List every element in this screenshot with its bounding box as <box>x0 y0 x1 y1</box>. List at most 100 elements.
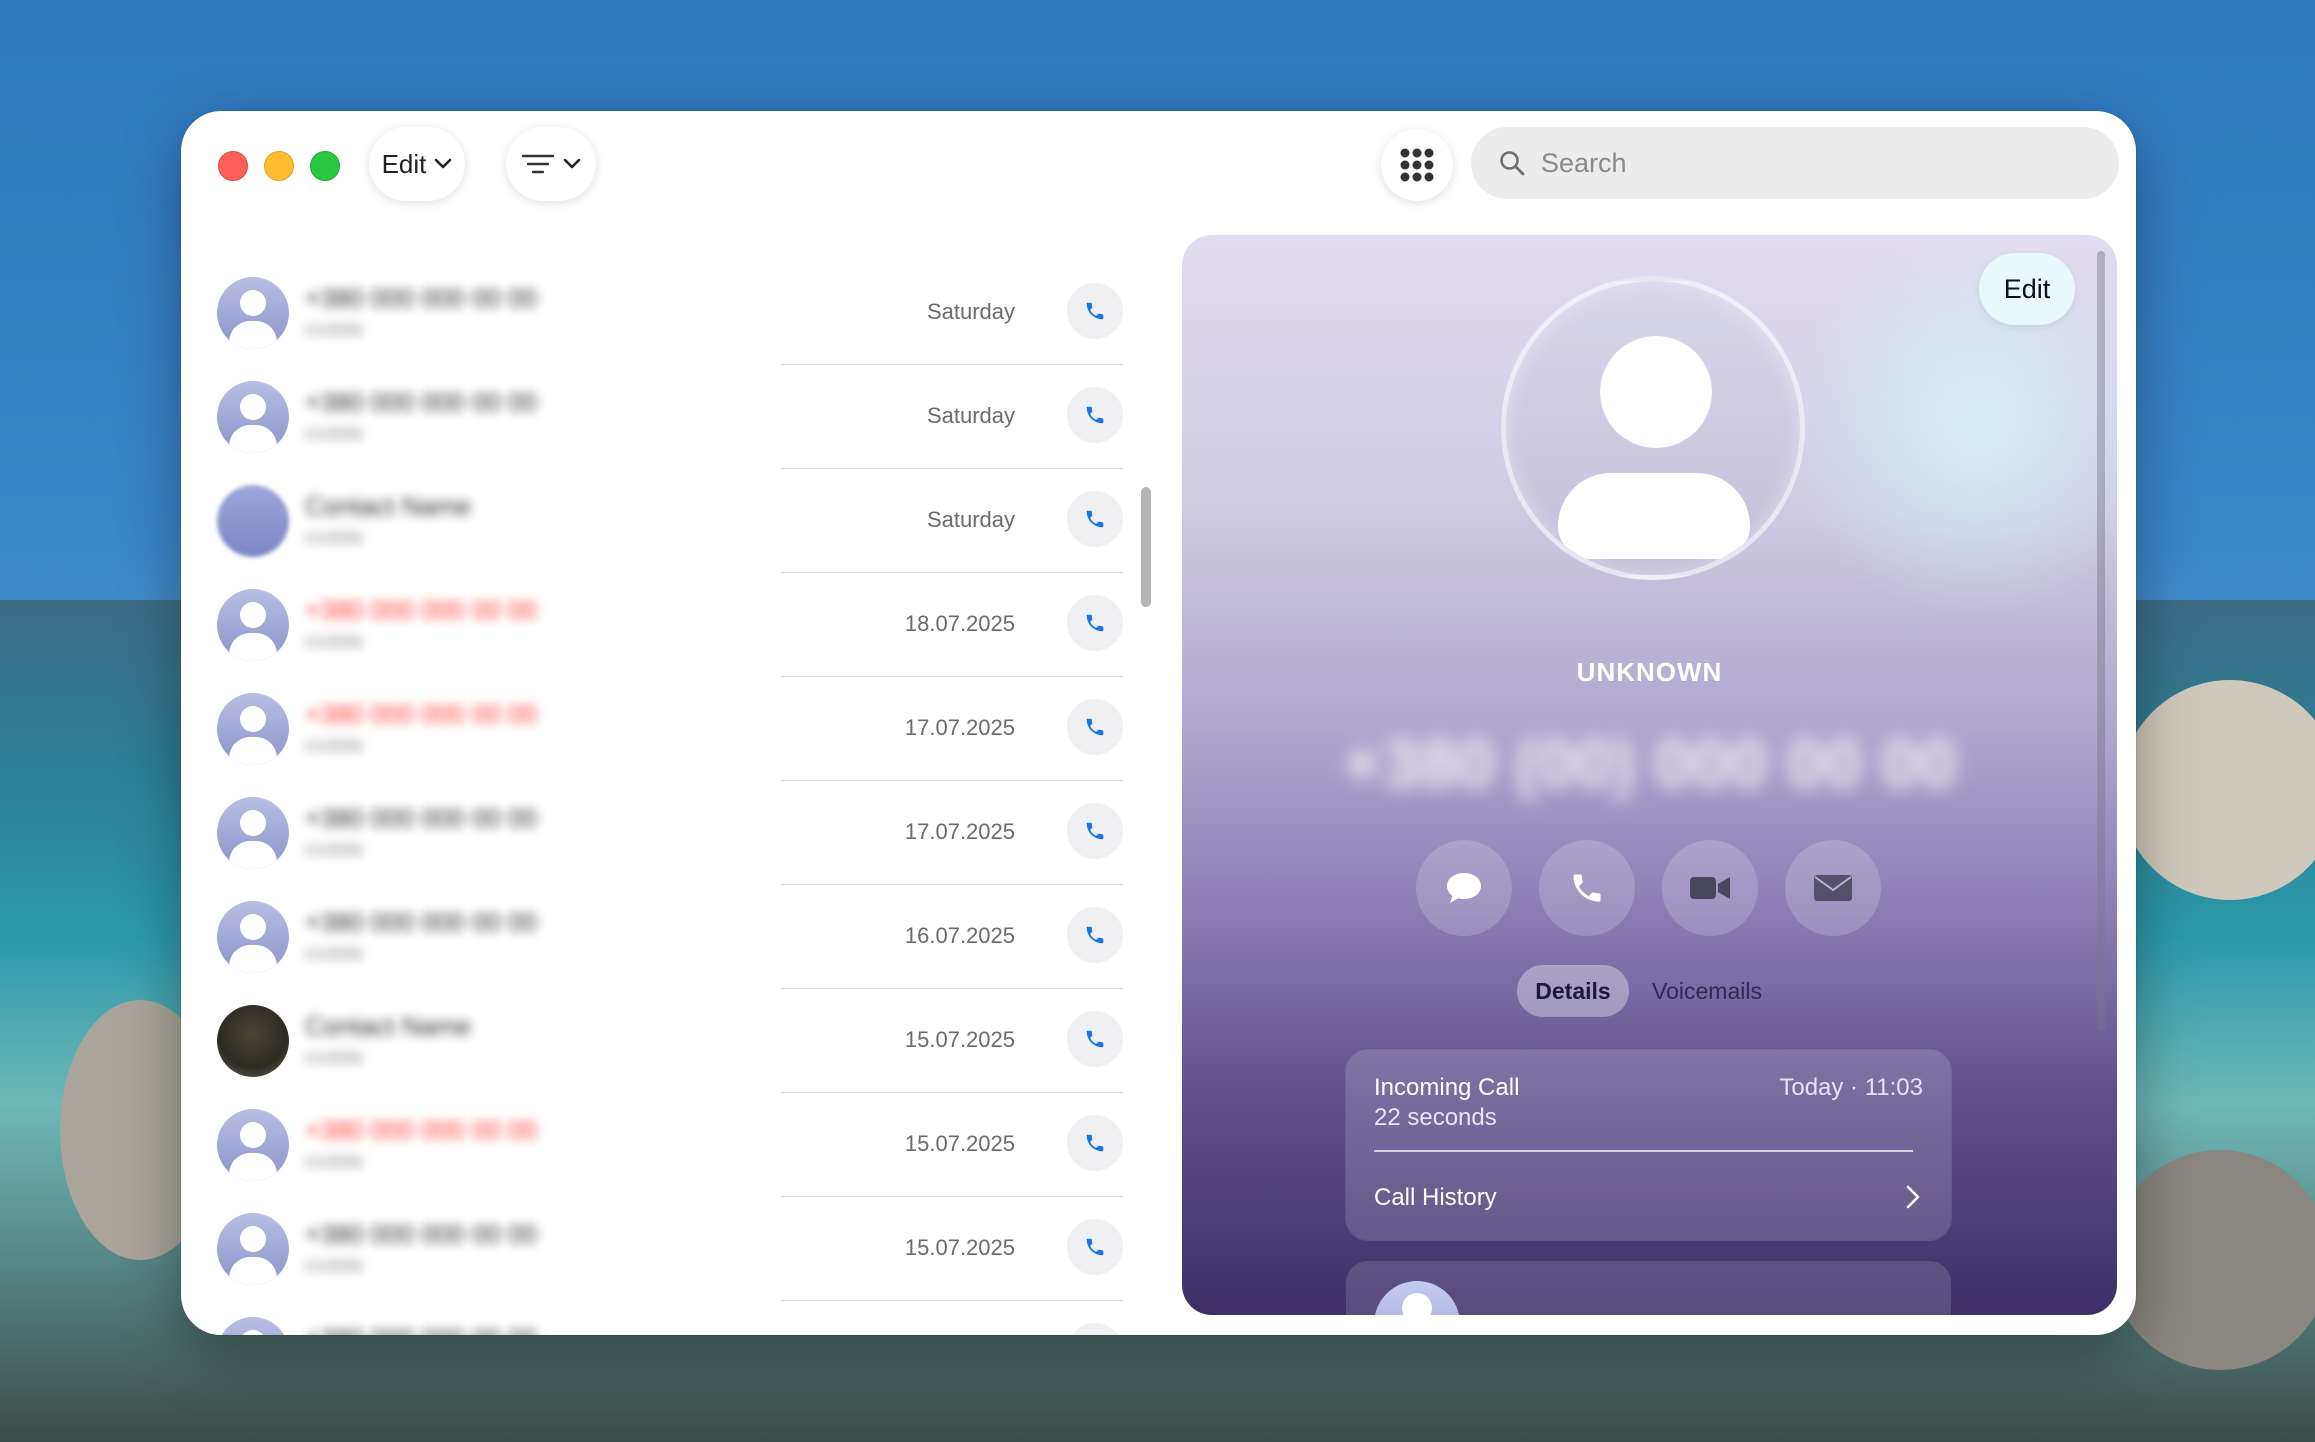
call-date: 17.07.2025 <box>904 819 1015 844</box>
caller-name: +380 000 000 00 00 <box>305 1115 538 1145</box>
list-item[interactable]: Contact Name mobile 15.07.2025 <box>181 989 1141 1093</box>
call-back-button[interactable] <box>1067 907 1123 963</box>
caller-label: mobile <box>305 319 364 341</box>
phone-icon <box>1086 718 1104 736</box>
avatar <box>217 589 289 661</box>
avatar <box>217 901 289 973</box>
phone-icon <box>1086 302 1104 320</box>
caller-name: +380 000 000 00 00 <box>305 595 538 625</box>
avatar <box>217 1109 289 1181</box>
caller-name: +380 000 000 00 00 <box>305 803 538 833</box>
tab-details[interactable]: Details <box>1517 965 1629 1017</box>
list-item[interactable]: +380 000 000 00 00 mobile 17.07.2025 <box>181 781 1141 885</box>
contact-edit-button[interactable]: Edit <box>1979 253 2075 325</box>
video-icon <box>1690 877 1730 899</box>
call-back-button[interactable] <box>1067 1323 1123 1335</box>
phone-icon <box>1086 614 1104 632</box>
filter-icon <box>521 154 555 174</box>
call-back-button[interactable] <box>1067 1219 1123 1275</box>
caller-name: Contact Name <box>305 491 472 521</box>
caller-name: +380 000 000 00 00 <box>305 907 538 937</box>
close-button[interactable] <box>218 151 248 181</box>
call-back-button[interactable] <box>1067 1011 1123 1067</box>
call-date: 15.07.2025 <box>904 1235 1015 1260</box>
contact-avatar <box>1501 276 1805 580</box>
list-scrollbar[interactable] <box>1141 487 1151 607</box>
caller-name: +380 000 000 00 00 <box>305 1323 537 1335</box>
filter-menu-button[interactable] <box>506 127 596 201</box>
avatar <box>217 693 289 765</box>
phone-icon <box>1086 1134 1104 1152</box>
minimize-button[interactable] <box>264 151 294 181</box>
phone-icon <box>1086 1030 1104 1048</box>
search-icon <box>1500 151 1525 176</box>
call-info-card: Incoming Call 22 seconds Today · 11:03 C… <box>1346 1050 1951 1240</box>
tab-voicemails[interactable]: Voicemails <box>1637 965 1777 1017</box>
list-item[interactable]: +380 000 000 00 00 mobile Saturday <box>181 365 1141 469</box>
call-history-link[interactable]: Call History <box>1374 1184 1497 1212</box>
avatar <box>1374 1281 1460 1315</box>
list-item[interactable]: +380 000 000 00 00 mobile 17.07.2025 <box>181 677 1141 781</box>
list-item[interactable]: +380 000 000 00 00 mobile Saturday <box>181 261 1141 365</box>
search-field[interactable]: Search <box>1471 127 2119 199</box>
call-type: Incoming Call <box>1374 1074 1520 1101</box>
chevron-down-icon <box>435 158 452 169</box>
caller-label: mobile <box>305 527 364 549</box>
chevron-right-icon <box>1906 1185 1920 1209</box>
contact-card <box>1346 1261 1951 1315</box>
avatar <box>217 485 289 557</box>
call-date: 17.07.2025 <box>904 715 1015 740</box>
search-placeholder: Search <box>1541 147 1627 178</box>
call-back-button[interactable] <box>1067 803 1123 859</box>
call-date: 15.07.2025 <box>904 1131 1015 1156</box>
call-back-button[interactable] <box>1067 699 1123 755</box>
mail-button[interactable] <box>1785 840 1881 936</box>
avatar <box>217 1005 289 1077</box>
caller-label: mobile <box>305 839 364 861</box>
list-item[interactable]: +380 000 000 00 00mobile15.07.2025 <box>181 1301 1141 1335</box>
phone-app-window: +380 000 000 00 00 mobile Saturday +380 000… <box>181 111 2136 1335</box>
message-button[interactable] <box>1416 840 1512 936</box>
caller-name: +380 000 000 00 00 <box>305 699 538 729</box>
caller-label: mobile <box>305 631 364 653</box>
call-back-button[interactable] <box>1067 387 1123 443</box>
call-back-button[interactable] <box>1067 491 1123 547</box>
call-date: 18.07.2025 <box>904 611 1015 636</box>
call-duration: 22 seconds <box>1374 1104 1497 1131</box>
chevron-down-icon <box>563 158 581 169</box>
list-item[interactable]: +380 000 000 00 00 mobile 16.07.2025 <box>181 885 1141 989</box>
video-call-button[interactable] <box>1662 840 1758 936</box>
caller-label: mobile <box>305 1151 364 1173</box>
call-back-button[interactable] <box>1067 1115 1123 1171</box>
call-back-button[interactable] <box>1067 283 1123 339</box>
list-item[interactable]: +380 000 000 00 00 mobile 18.07.2025 <box>181 573 1141 677</box>
detail-scrollbar[interactable] <box>2097 251 2105 1031</box>
caller-name: +380 000 000 00 00 <box>305 387 538 417</box>
call-date: Saturday <box>926 299 1015 324</box>
zoom-button[interactable] <box>310 151 340 181</box>
caller-label: mobile <box>305 1047 364 1069</box>
mail-icon <box>1814 875 1852 901</box>
phone-icon <box>1086 1238 1104 1256</box>
caller-name: Contact Name <box>305 1011 472 1041</box>
keypad-icon <box>1400 148 1434 182</box>
avatar <box>217 277 289 349</box>
keypad-button[interactable] <box>1381 129 1453 201</box>
list-item[interactable]: Contact Name mobile Saturday <box>181 469 1141 573</box>
list-item[interactable]: +380 000 000 00 00mobile15.07.2025 <box>181 1197 1141 1301</box>
call-detail-panel: Edit UNKNOWN +380 (00) 000 00 00 Details… <box>1182 235 2117 1315</box>
avatar <box>217 1213 289 1285</box>
caller-name: +380 000 000 00 00 <box>305 1219 538 1249</box>
list-item[interactable]: +380 000 000 00 00 mobile 15.07.2025 <box>181 1093 1141 1197</box>
call-back-button[interactable] <box>1067 595 1123 651</box>
call-date: 15.07.2025 <box>904 1027 1015 1052</box>
contact-phone-number: +380 (00) 000 00 00 <box>1342 726 1957 802</box>
call-date: Saturday <box>926 507 1015 532</box>
avatar <box>217 381 289 453</box>
call-button[interactable] <box>1539 840 1635 936</box>
avatar <box>217 1317 289 1335</box>
phone-icon <box>1573 874 1601 902</box>
edit-menu-button[interactable]: Edit <box>369 127 465 201</box>
phone-icon <box>1086 510 1104 528</box>
phone-icon <box>1086 926 1104 944</box>
